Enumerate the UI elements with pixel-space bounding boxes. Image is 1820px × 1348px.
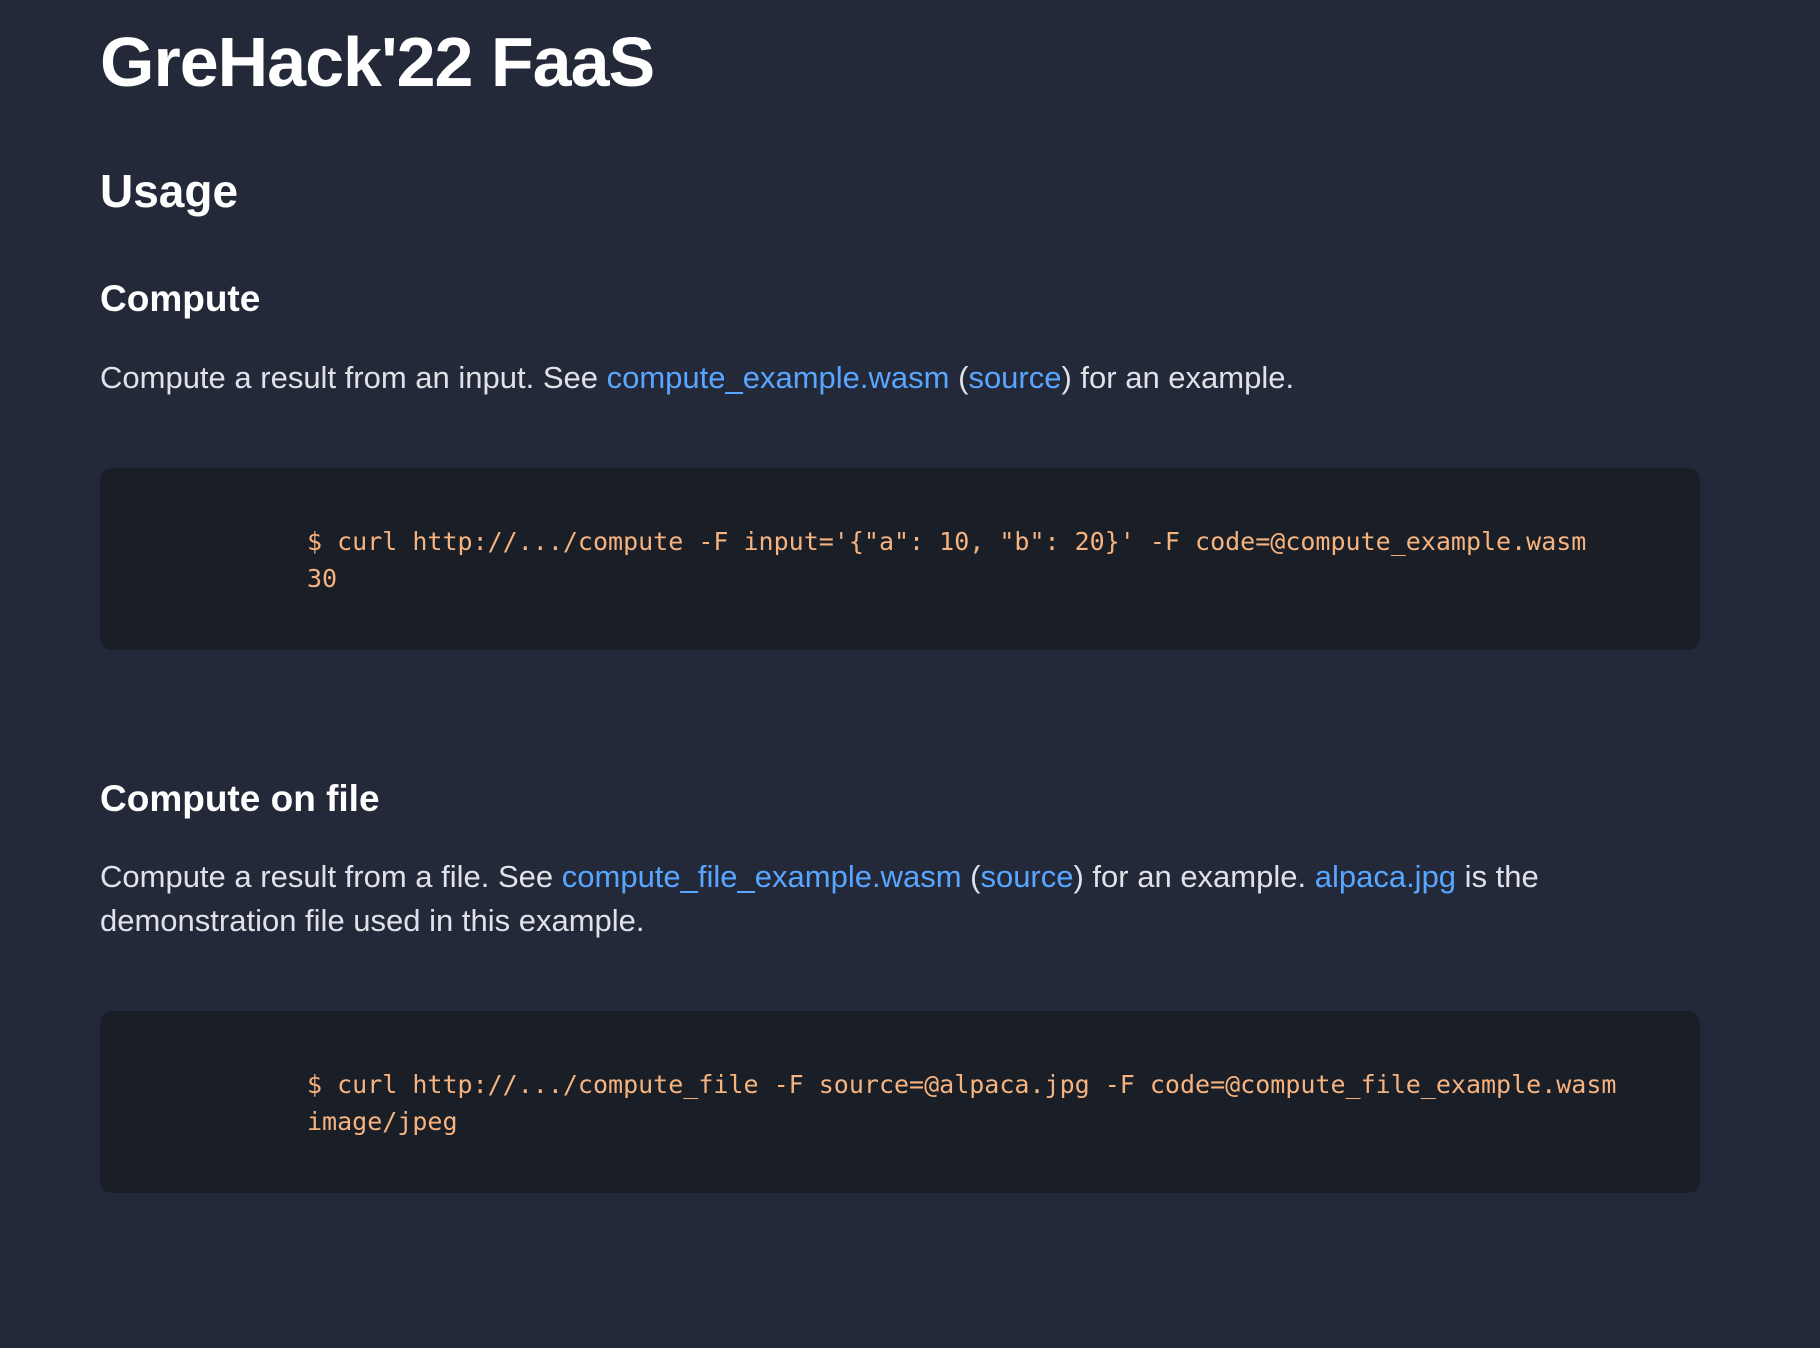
compute-file-code-command: $ curl http://.../compute_file -F source… xyxy=(307,1070,1617,1099)
compute-file-text-before: Compute a result from a file. See xyxy=(100,859,562,894)
compute-file-code-block: $ curl http://.../compute_file -F source… xyxy=(100,1011,1700,1193)
compute-file-code: $ curl http://.../compute_file -F source… xyxy=(307,1066,1616,1140)
compute-file-paren-open: ( xyxy=(961,859,981,894)
usage-heading: Usage xyxy=(100,165,239,217)
compute-text-before: Compute a result from an input. See xyxy=(100,360,607,395)
compute-file-source-link[interactable]: source xyxy=(980,859,1073,894)
compute-code-command: $ curl http://.../compute -F input='{"a"… xyxy=(307,527,1587,556)
compute-file-text-mid: ) for an example. xyxy=(1073,859,1315,894)
compute-source-link[interactable]: source xyxy=(968,360,1061,395)
compute-file-example-wasm-link[interactable]: compute_file_example.wasm xyxy=(562,859,962,894)
compute-file-heading: Compute on file xyxy=(100,778,380,819)
compute-heading: Compute xyxy=(100,278,261,319)
alpaca-jpg-link[interactable]: alpaca.jpg xyxy=(1315,859,1456,894)
compute-code-block: $ curl http://.../compute -F input='{"a"… xyxy=(100,468,1700,650)
compute-paren-open: ( xyxy=(949,360,969,395)
compute-description: Compute a result from an input. See comp… xyxy=(100,356,1620,400)
compute-code: $ curl http://.../compute -F input='{"a"… xyxy=(307,523,1586,597)
compute-file-description: Compute a result from a file. See comput… xyxy=(100,855,1620,943)
compute-text-after: ) for an example. xyxy=(1061,360,1295,395)
page-title: GreHack'22 FaaS xyxy=(100,23,655,101)
compute-file-code-output: image/jpeg xyxy=(307,1107,458,1136)
compute-code-output: 30 xyxy=(307,564,338,593)
compute-example-wasm-link[interactable]: compute_example.wasm xyxy=(607,360,950,395)
